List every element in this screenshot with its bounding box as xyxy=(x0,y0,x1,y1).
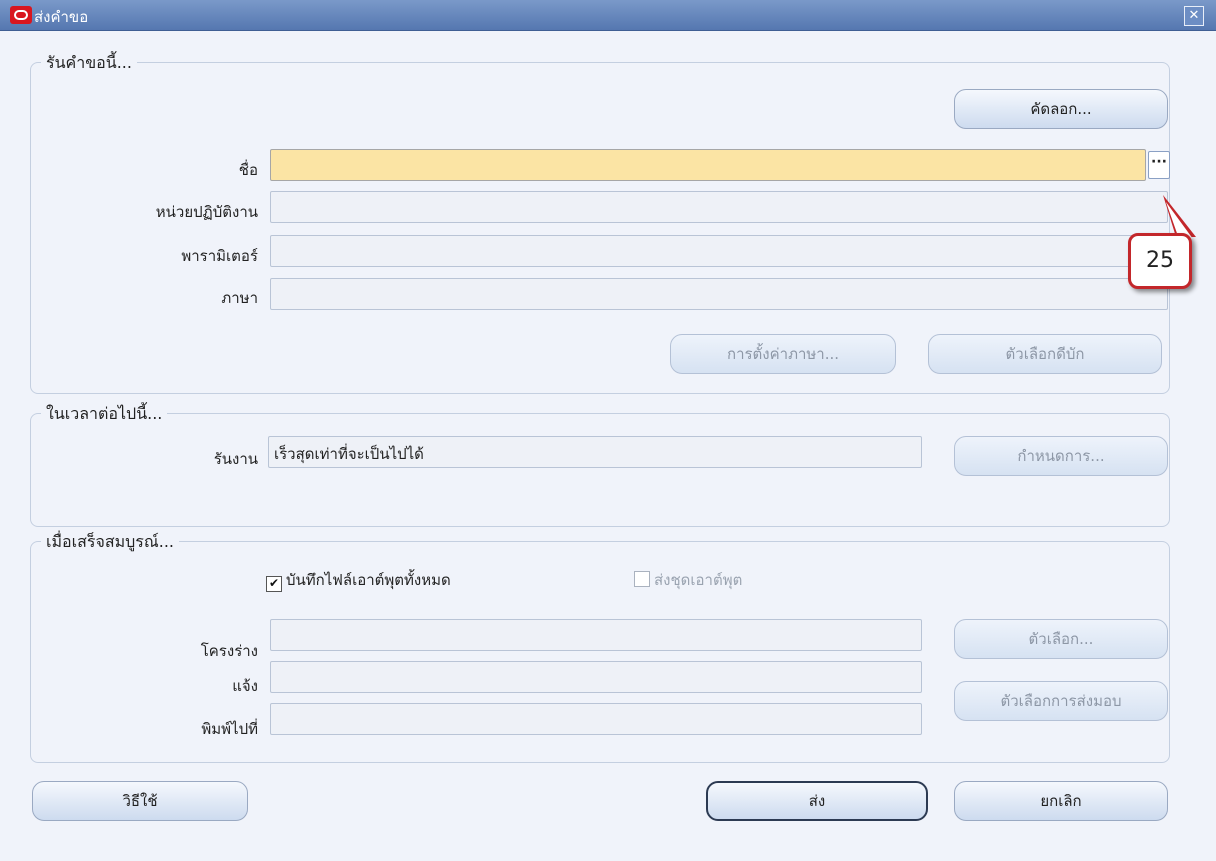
window-title: ส่งคำขอ xyxy=(34,8,89,26)
close-button[interactable]: ✕ xyxy=(1184,6,1204,26)
checkbox-unchecked-icon xyxy=(634,571,650,587)
name-field[interactable] xyxy=(270,149,1146,181)
upon-completion-legend: เมื่อเสร็จสมบูรณ์... xyxy=(41,530,179,555)
delivery-options-button[interactable]: ตัวเลือกการส่งมอบ xyxy=(954,681,1168,721)
cancel-button[interactable]: ยกเลิก xyxy=(954,781,1168,821)
copy-button[interactable]: คัดลอก... xyxy=(954,89,1168,129)
print-to-field[interactable] xyxy=(270,703,922,735)
options-button[interactable]: ตัวเลือก... xyxy=(954,619,1168,659)
language-settings-button[interactable]: การตั้งค่าภาษา... xyxy=(670,334,896,374)
schedule-legend: ในเวลาต่อไปนี้... xyxy=(41,402,168,427)
run-job-label: รันงาน xyxy=(213,450,258,468)
title-bar: ส่งคำขอ ✕ xyxy=(0,0,1216,31)
language-field[interactable] xyxy=(270,278,1168,310)
parameters-label: พารามิเตอร์ xyxy=(181,247,258,265)
parameters-field[interactable] xyxy=(270,235,1168,267)
debug-options-button[interactable]: ตัวเลือกดีบัก xyxy=(928,334,1162,374)
oracle-logo-icon xyxy=(10,6,32,24)
operating-unit-label: หน่วยปฏิบัติงาน xyxy=(155,203,258,221)
name-label: ชื่อ xyxy=(238,161,258,179)
layout-label: โครงร่าง xyxy=(200,642,258,660)
step-callout-badge: 25 xyxy=(1128,233,1192,289)
layout-field[interactable] xyxy=(270,619,922,651)
run-request-legend: รันคำขอนี้... xyxy=(41,51,137,76)
checkbox-checked-icon: ✔ xyxy=(266,576,282,592)
submit-request-window: รันคำขอนี้... คัดลอก... ชื่อ ··· หน่วยปฏ… xyxy=(10,31,1206,861)
save-output-checkbox[interactable]: ✔ บันทึกไฟล์เอาต์พุตทั้งหมด xyxy=(266,568,451,592)
burst-output-label: ส่งชุดเอาต์พุต xyxy=(654,571,743,589)
run-job-field[interactable]: เร็วสุดเท่าที่จะเป็นไปได้ xyxy=(268,436,922,468)
language-label: ภาษา xyxy=(221,289,258,307)
list-of-values-button[interactable]: ··· xyxy=(1148,151,1170,179)
notify-label: แจ้ง xyxy=(232,677,258,695)
notify-field[interactable] xyxy=(270,661,922,693)
submit-button[interactable]: ส่ง xyxy=(706,781,928,821)
print-to-label: พิมพ์ไปที่ xyxy=(201,720,258,738)
operating-unit-field[interactable] xyxy=(270,191,1168,223)
save-output-label: บันทึกไฟล์เอาต์พุตทั้งหมด xyxy=(286,571,451,589)
help-button[interactable]: วิธีใช้ xyxy=(32,781,248,821)
burst-output-checkbox[interactable]: ส่งชุดเอาต์พุต xyxy=(634,568,742,592)
schedule-button[interactable]: กำหนดการ... xyxy=(954,436,1168,476)
